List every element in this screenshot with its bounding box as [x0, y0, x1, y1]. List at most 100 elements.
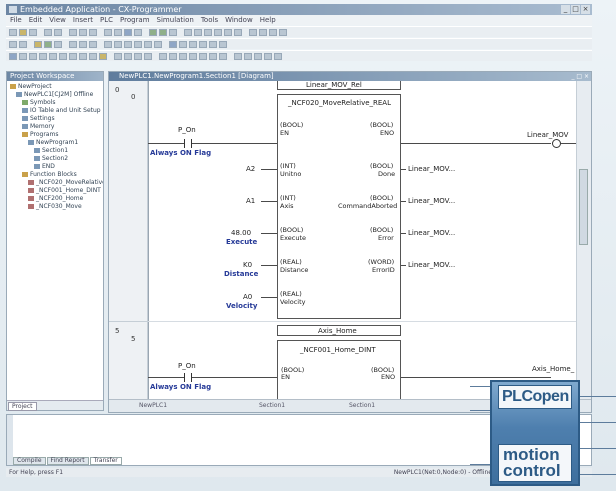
toolbar-icon-t[interactable] [199, 40, 207, 48]
transfer-to-plc-icon[interactable] [69, 40, 77, 48]
closed-coil-icon[interactable] [79, 52, 87, 60]
tree-item[interactable]: NewProgram1 [7, 139, 103, 147]
open-icon[interactable] [19, 28, 27, 36]
tree-item[interactable]: Section1 [7, 147, 103, 155]
menu-plc[interactable]: PLC [100, 15, 113, 25]
toolbar-icon-v[interactable] [219, 40, 227, 48]
toolbar-icon-r[interactable] [179, 40, 187, 48]
tree-item[interactable]: END [7, 163, 103, 171]
new-icon[interactable] [9, 28, 17, 36]
menu-file[interactable]: File [10, 15, 22, 25]
toolbar-icon-z[interactable] [144, 52, 152, 60]
toolbar-icon-p[interactable] [154, 40, 162, 48]
select-icon[interactable] [9, 52, 17, 60]
project-tab[interactable]: Project [8, 402, 37, 411]
tree-item[interactable]: _NCF200_Home [7, 195, 103, 203]
compare-icon[interactable] [89, 40, 97, 48]
menu-view[interactable]: View [49, 15, 66, 25]
menu-edit[interactable]: Edit [29, 15, 43, 25]
contact-icon[interactable] [29, 52, 37, 60]
toolbar-icon-y[interactable] [134, 52, 142, 60]
toolbar-icon-h[interactable] [259, 28, 267, 36]
ladder-canvas[interactable]: Linear_MOV_Rel _NCF020_MoveRelative_REAL… [148, 81, 576, 400]
menu-tools[interactable]: Tools [201, 15, 218, 25]
toolbar-icon-f[interactable] [234, 28, 242, 36]
menu-window[interactable]: Window [225, 15, 253, 25]
editor-scroll-thumb[interactable] [579, 169, 588, 245]
transfer-from-plc-icon[interactable] [79, 40, 87, 48]
normally-open-contact[interactable] [184, 139, 192, 148]
print-preview-icon[interactable] [54, 28, 62, 36]
toolbar-icon-d[interactable] [214, 28, 222, 36]
toolbar-icon-g[interactable] [249, 28, 257, 36]
instruction-icon[interactable] [89, 52, 97, 60]
fb-instance-box[interactable]: Axis_Home [277, 325, 401, 336]
work-online-icon[interactable] [9, 40, 17, 48]
toolbar-icon-ad[interactable] [189, 52, 197, 60]
replace-icon[interactable] [134, 28, 142, 36]
menu-help[interactable]: Help [260, 15, 276, 25]
close-button[interactable]: × [581, 5, 590, 14]
undo-icon[interactable] [104, 28, 112, 36]
maximize-button[interactable]: □ [571, 5, 580, 14]
toolbar-icon-ai[interactable] [244, 52, 252, 60]
tree-item[interactable]: _NCF020_MoveRelative [7, 179, 103, 187]
toolbar-icon-b[interactable] [194, 28, 202, 36]
minimize-button[interactable]: _ [561, 5, 570, 14]
coil-icon[interactable] [69, 52, 77, 60]
toolbar-icon-m[interactable] [124, 40, 132, 48]
tab-compile[interactable]: Compile [13, 457, 46, 465]
monitor-icon[interactable] [19, 40, 27, 48]
save-icon[interactable] [29, 28, 37, 36]
debug-icon[interactable] [54, 40, 62, 48]
toolbar-icon-af[interactable] [209, 52, 217, 60]
zoom-in-icon[interactable] [149, 28, 157, 36]
toolbar-icon-i[interactable] [269, 28, 277, 36]
tab-find-report[interactable]: Find Report [46, 457, 89, 465]
toolbar-icon-l[interactable] [114, 40, 122, 48]
new-rung-icon[interactable] [19, 52, 27, 60]
toolbar-icon-ag[interactable] [219, 52, 227, 60]
toolbar-icon-ab[interactable] [169, 52, 177, 60]
output-coil[interactable] [552, 139, 561, 148]
function-block-home[interactable]: _NCF001_Home_DINT (BOOL) EN (BOOL) ENO [277, 340, 401, 400]
tree-item[interactable]: Section2 [7, 155, 103, 163]
toolbar-icon-aj[interactable] [254, 52, 262, 60]
toolbar-icon-s[interactable] [189, 40, 197, 48]
tree-item[interactable]: NewProject [7, 83, 103, 91]
find-icon[interactable] [124, 28, 132, 36]
run-mode-icon[interactable] [44, 40, 52, 48]
tree-item[interactable]: Memory [7, 123, 103, 131]
menu-insert[interactable]: Insert [73, 15, 93, 25]
grid-icon[interactable] [169, 28, 177, 36]
menu-simulation[interactable]: Simulation [157, 15, 194, 25]
cut-icon[interactable] [69, 28, 77, 36]
tree-item[interactable]: Settings [7, 115, 103, 123]
toolbar-icon-c[interactable] [204, 28, 212, 36]
tree-item[interactable]: Function Blocks [7, 171, 103, 179]
copy-icon[interactable] [79, 28, 87, 36]
toolbar-icon-ak[interactable] [264, 52, 272, 60]
editor-vertical-scrollbar[interactable] [576, 81, 591, 399]
toolbar-icon-a[interactable] [184, 28, 192, 36]
toolbar-icon-aa[interactable] [159, 52, 167, 60]
vertical-line-icon[interactable] [49, 52, 57, 60]
print-icon[interactable] [44, 28, 52, 36]
paste-icon[interactable] [89, 28, 97, 36]
zoom-out-icon[interactable] [159, 28, 167, 36]
program-mode-icon[interactable] [34, 40, 42, 48]
toolbar-icon-al[interactable] [274, 52, 282, 60]
toolbar-icon-j[interactable] [279, 28, 287, 36]
tree-item[interactable]: _NCF030_Move [7, 203, 103, 211]
tree-item[interactable]: IO Table and Unit Setup [7, 107, 103, 115]
toolbar-icon-q[interactable] [169, 40, 177, 48]
closed-contact-icon[interactable] [39, 52, 47, 60]
tree-item[interactable]: NewPLC1[CJ2M] Offline [7, 91, 103, 99]
toolbar-icon-n[interactable] [134, 40, 142, 48]
toolbar-icon-ac[interactable] [179, 52, 187, 60]
toolbar-icon-o[interactable] [144, 40, 152, 48]
menu-program[interactable]: Program [120, 15, 150, 25]
tab-transfer[interactable]: Transfer [89, 457, 122, 465]
function-block-icon[interactable] [99, 52, 107, 60]
toolbar-icon-x[interactable] [124, 52, 132, 60]
